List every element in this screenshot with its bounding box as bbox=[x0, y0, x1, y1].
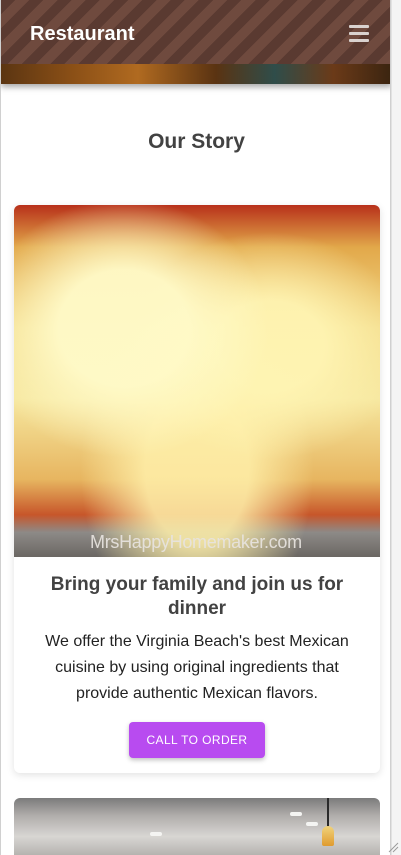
site-header: Restaurant bbox=[1, 0, 390, 84]
scrollbar[interactable] bbox=[391, 0, 401, 855]
ceiling-light bbox=[306, 822, 318, 826]
section-title: Our Story bbox=[148, 130, 245, 153]
resize-grip-icon[interactable] bbox=[387, 841, 399, 853]
image-watermark: MrsHappyHomemaker.com bbox=[90, 532, 302, 552]
pendant-cord bbox=[327, 798, 329, 828]
hamburger-menu-icon[interactable] bbox=[349, 25, 369, 43]
header-banner-image bbox=[1, 64, 390, 84]
story-card: MrsHappyHomemaker.com Bring your family … bbox=[14, 205, 380, 773]
ceiling-light bbox=[150, 832, 162, 836]
restaurant-interior-image bbox=[14, 798, 380, 855]
ceiling-light bbox=[290, 812, 302, 816]
card-description: We offer the Virginia Beach's best Mexic… bbox=[45, 633, 349, 702]
call-to-order-button[interactable]: CALL TO ORDER bbox=[129, 722, 265, 758]
card-title: Bring your family and join us for dinner bbox=[50, 574, 344, 619]
page-frame: Restaurant Our Story MrsHappyHomemaker.c… bbox=[0, 0, 391, 855]
brand-logo-text[interactable]: Restaurant bbox=[30, 23, 134, 46]
pendant-lamp bbox=[322, 826, 334, 846]
enchiladas-image: MrsHappyHomemaker.com bbox=[14, 205, 380, 557]
